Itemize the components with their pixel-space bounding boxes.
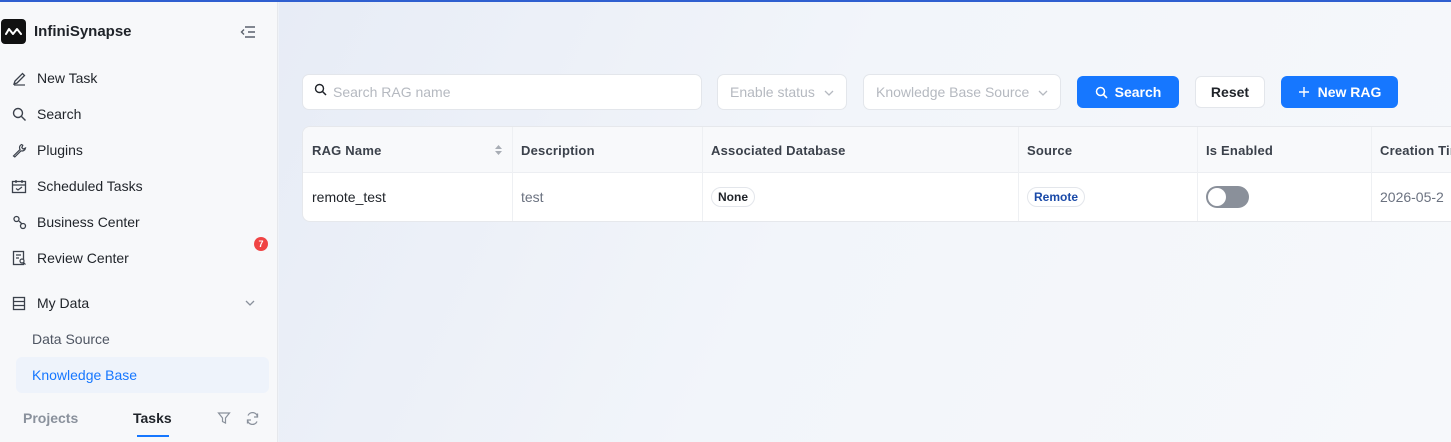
sidebar-item-scheduled-tasks[interactable]: Scheduled Tasks (0, 168, 278, 204)
review-count-badge: 7 (254, 237, 268, 251)
rag-search-input[interactable] (333, 84, 673, 100)
cell-rag-name[interactable]: remote_test (303, 173, 386, 221)
reset-button-label: Reset (1210, 84, 1250, 100)
app-logo-icon (1, 18, 26, 44)
database-tag: None (711, 187, 755, 207)
sidebar-item-business-center[interactable]: Business Center (0, 204, 278, 240)
top-accent-line (0, 0, 1451, 2)
sidebar-item-label: Business Center (37, 214, 140, 230)
source-tag: Remote (1027, 187, 1086, 207)
sidebar-item-my-data[interactable]: My Data (0, 285, 278, 321)
reset-button[interactable]: Reset (1195, 76, 1265, 108)
cell-associated-database: None (702, 173, 755, 221)
cell-source: Remote (1018, 173, 1086, 221)
sidebar-item-search[interactable]: Search (0, 96, 278, 132)
toggle-knob (1208, 188, 1226, 206)
rag-search-field[interactable] (302, 74, 702, 110)
cell-description: test (521, 189, 544, 205)
sidebar-item-label: My Data (37, 295, 90, 311)
column-header-creation-time: Creation Time (1380, 142, 1451, 158)
tab-tasks[interactable]: Tasks (133, 410, 172, 426)
sort-icon[interactable] (494, 143, 503, 160)
sidebar-subitem-data-source[interactable]: Data Source (16, 321, 269, 357)
wrench-icon (10, 141, 28, 159)
sidebar-item-new-task[interactable]: New Task (0, 60, 278, 96)
app-name: InfiniSynapse (34, 22, 132, 40)
main-content (279, 2, 1451, 442)
sidebar-item-label: Search (37, 106, 82, 122)
sidebar-item-plugins[interactable]: Plugins (0, 132, 278, 168)
pencil-icon (10, 69, 28, 87)
enabled-toggle[interactable] (1206, 186, 1249, 208)
calendar-icon (10, 177, 28, 195)
sidebar-item-label: Scheduled Tasks (37, 178, 143, 194)
cell-is-enabled (1197, 173, 1249, 221)
active-tab-indicator (137, 435, 169, 437)
business-icon (10, 213, 28, 231)
column-header-description: Description (521, 142, 595, 158)
table-header: RAG Name Description Associated Database… (303, 127, 1451, 173)
new-rag-button-label: New RAG (1317, 84, 1382, 100)
sidebar-item-review-center[interactable]: Review Center (0, 240, 278, 276)
kb-source-placeholder: Knowledge Base Source (876, 84, 1030, 100)
sidebar-subitem-knowledge-base[interactable]: Knowledge Base (16, 357, 269, 393)
search-icon (10, 105, 28, 123)
search-button-label: Search (1114, 84, 1162, 100)
kb-source-select[interactable]: Knowledge Base Source (863, 74, 1061, 110)
column-header-rag-name[interactable]: RAG Name (303, 127, 512, 173)
tab-projects[interactable]: Projects (23, 410, 78, 426)
bottom-tabs: Projects Tasks (0, 400, 278, 442)
rag-table: RAG Name Description Associated Database… (302, 126, 1451, 222)
sidebar-item-label: Plugins (37, 142, 83, 158)
chevron-down-icon[interactable] (244, 294, 256, 312)
column-header-associated-database: Associated Database (711, 142, 846, 158)
chevron-down-icon (1037, 86, 1049, 102)
search-icon (1095, 86, 1108, 99)
new-rag-button[interactable]: New RAG (1281, 76, 1398, 108)
collapse-sidebar-icon[interactable] (238, 22, 258, 42)
sidebar-item-label: Review Center (37, 250, 129, 266)
brand: InfiniSynapse (0, 17, 278, 45)
enable-status-select[interactable]: Enable status (717, 74, 847, 110)
cell-creation-time: 2026-05-2 (1380, 189, 1444, 205)
column-header-source: Source (1027, 142, 1073, 158)
column-label: RAG Name (312, 142, 382, 158)
sidebar-item-label: New Task (37, 70, 98, 86)
enable-status-placeholder: Enable status (730, 84, 815, 100)
review-icon (10, 249, 28, 267)
filter-icon[interactable] (216, 410, 232, 426)
database-icon (10, 294, 28, 312)
chevron-down-icon (823, 86, 835, 102)
sidebar: InfiniSynapse New Task Search Plugins Sc… (0, 0, 278, 442)
column-header-is-enabled: Is Enabled (1206, 142, 1274, 158)
search-icon (314, 83, 327, 101)
plus-icon (1298, 86, 1310, 98)
refresh-icon[interactable] (244, 410, 260, 426)
search-button[interactable]: Search (1077, 76, 1179, 108)
